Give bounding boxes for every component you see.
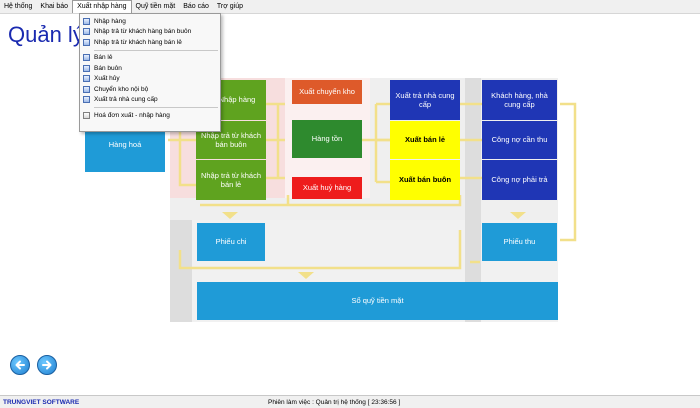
arrow-left-icon — [15, 360, 25, 370]
dd-item-ban-le[interactable]: Bán lẻ — [80, 53, 220, 64]
dd-item-xuat-huy[interactable]: Xuất hủy — [80, 74, 220, 85]
form-icon — [83, 28, 90, 36]
dd-item-nhap-hang[interactable]: Nhập hàng — [80, 16, 220, 27]
dd-item-nhap-tra-ban-buon[interactable]: Nhập trả từ khách hàng bán buôn — [80, 27, 220, 38]
session-info: Phiên làm việc : Quản trị hệ thống [ 23:… — [268, 399, 401, 406]
box-cong-no-can-thu[interactable]: Công nợ cần thu — [482, 121, 557, 159]
box-phieu-thu[interactable]: Phiếu thu — [482, 223, 557, 261]
menu-tro-giup[interactable]: Trợ giúp — [213, 0, 247, 13]
box-cong-no-phai-tra[interactable]: Công nợ phải trả — [482, 160, 557, 200]
menu-bar: Hệ thống Khai báo Xuất nhập hàng Quỹ tiề… — [0, 0, 700, 14]
dd-item-xuat-tra-ncc[interactable]: Xuất trả nhà cung cấp — [80, 95, 220, 106]
menu-khai-bao[interactable]: Khai báo — [36, 0, 72, 13]
dd-item-hoa-don[interactable]: Hoá đơn xuất - nhập hàng — [80, 110, 220, 121]
box-xuat-ban-buon[interactable]: Xuất bán buôn — [390, 160, 460, 200]
box-phieu-chi[interactable]: Phiếu chi — [197, 223, 265, 261]
box-xuat-huy-hang[interactable]: Xuất huỷ hàng — [292, 177, 362, 199]
box-xuat-chuyen-kho[interactable]: Xuất chuyển kho — [292, 80, 362, 104]
form-icon — [83, 96, 90, 104]
menu-separator — [94, 49, 218, 51]
menu-bao-cao[interactable]: Báo cáo — [179, 0, 213, 13]
form-icon — [83, 54, 90, 62]
diagram-background-gray-left — [170, 220, 192, 322]
dd-item-ban-buon[interactable]: Bán buôn — [80, 63, 220, 74]
box-so-quy-tien-mat[interactable]: Sổ quỹ tiền mặt — [197, 282, 558, 320]
arrow-right-icon — [42, 360, 52, 370]
menu-xuat-nhap-hang[interactable]: Xuất nhập hàng — [72, 0, 132, 13]
menu-separator — [94, 107, 218, 108]
box-khach-hang-ncc[interactable]: Khách hàng, nhà cung cấp — [482, 80, 557, 120]
box-xuat-ban-le[interactable]: Xuất bán lẻ — [390, 121, 460, 159]
back-button[interactable] — [10, 355, 30, 375]
invoice-icon — [83, 111, 90, 119]
dd-item-chuyen-kho[interactable]: Chuyển kho nội bộ — [80, 84, 220, 95]
box-xuat-tra-ncc[interactable]: Xuất trả nhà cung cấp — [390, 80, 460, 120]
box-hang-ton[interactable]: Hàng tồn — [292, 120, 362, 158]
page-title: Quản lý — [8, 22, 84, 47]
form-icon — [83, 75, 90, 83]
brand-label: TRUNGVIET SOFTWARE — [3, 399, 80, 406]
box-nhap-tra-ban-le[interactable]: Nhập trả từ khách bán lẻ — [196, 160, 266, 200]
dd-item-nhap-tra-ban-le[interactable]: Nhập trả từ khách hàng bán lẻ — [80, 37, 220, 48]
status-bar: TRUNGVIET SOFTWARE Phiên làm việc : Quản… — [0, 395, 700, 408]
xuat-nhap-hang-dropdown: Nhập hàng Nhập trả từ khách hàng bán buô… — [79, 13, 221, 132]
forward-button[interactable] — [37, 355, 57, 375]
form-icon — [83, 64, 90, 72]
form-icon — [83, 38, 90, 46]
form-icon — [83, 17, 90, 25]
form-icon — [83, 85, 90, 93]
menu-quy-tien-mat[interactable]: Quỹ tiền mặt — [132, 0, 180, 13]
menu-he-thong[interactable]: Hệ thống — [0, 0, 36, 13]
